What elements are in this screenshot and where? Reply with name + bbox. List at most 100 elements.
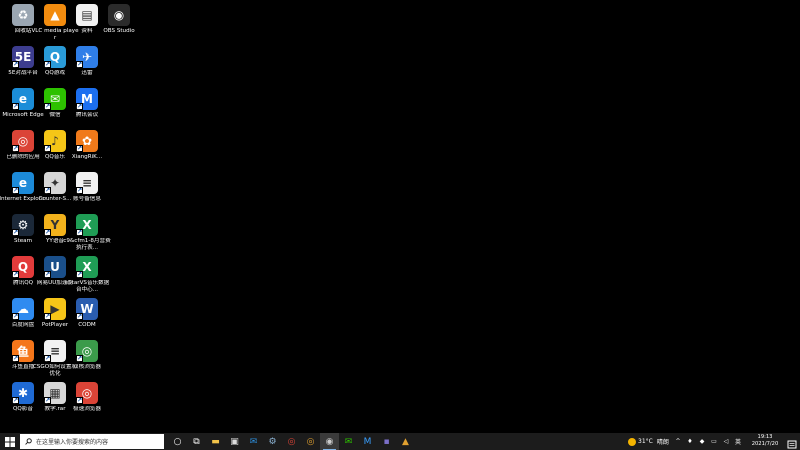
clock-date: 2021/7/20 (751, 441, 779, 447)
shortcut-arrow-icon: ↗ (12, 313, 19, 320)
desktop-icon-label: CODM (78, 322, 96, 328)
counter-strike-icon: ✦ ↗ (44, 172, 66, 194)
shortcut-arrow-icon: ↗ (76, 145, 83, 152)
chrome-icon: ◎ (287, 436, 296, 447)
desktop-icon[interactable]: ◉ OBS Studio (102, 4, 136, 35)
shortcut-arrow-icon: ↗ (12, 397, 19, 404)
desktop-icon[interactable]: ≡ ↗ CSGO如何设置和优化 (33, 340, 77, 378)
taskbar-app-button[interactable]: ✉ (339, 433, 358, 450)
clock-time: 19:13 (757, 434, 773, 440)
excel-file-icon: X ↗ (76, 214, 98, 236)
microphone-icon[interactable]: ♦ (686, 438, 694, 446)
taskbar-app-button[interactable]: ✉ (244, 433, 263, 450)
desktop-icon[interactable]: ✈ ↗ 迅雷 (70, 46, 104, 77)
chevron-up-icon[interactable]: ^ (674, 438, 682, 446)
shortcut-arrow-icon: ↗ (12, 271, 19, 278)
desktop-icon[interactable]: ✿ ↗ XiangRiK... (70, 130, 104, 161)
taskbar-app-button[interactable]: ▲ (396, 433, 415, 450)
app-icon: ▪ (383, 436, 390, 447)
desktop-icon-label: 账号备信息 (73, 196, 101, 202)
shortcut-arrow-icon: ↗ (44, 313, 51, 320)
search-icon (25, 438, 32, 445)
taskbar-app-button[interactable]: ◎ (301, 433, 320, 450)
word-file-icon: W ↗ (76, 298, 98, 320)
notification-button[interactable] (787, 436, 797, 449)
mail-icon: ✉ (249, 436, 258, 447)
text-file-icon: ≡ ↗ (76, 172, 98, 194)
taskbar-app-button[interactable]: ⧉ (187, 433, 206, 450)
clock[interactable]: 19:13 2021/7/20 (750, 434, 780, 448)
shortcut-arrow-icon: ↗ (76, 187, 83, 194)
game-icon: ▲ (402, 436, 409, 447)
recycle-bin-icon: ♻ (12, 4, 34, 26)
shortcut-arrow-icon: ↗ (44, 187, 51, 194)
desktop-icon-label: 迅雷 (81, 70, 93, 76)
shortcut-arrow-icon: ↗ (12, 145, 19, 152)
qq-icon: Q ↗ (12, 256, 34, 278)
store-icon: ▣ (230, 436, 239, 447)
excel-file-icon: X ↗ (76, 256, 98, 278)
potplayer-icon: ▶ ↗ (44, 298, 66, 320)
vlc-icon: ▲ (44, 4, 66, 26)
shortcut-arrow-icon: ↗ (76, 61, 83, 68)
desktop-icon[interactable]: W ↗ CODM (70, 298, 104, 329)
desktop-icon-label: c9&cfm1-8月营费执行表... (63, 238, 111, 251)
taskbar-app-button[interactable]: ◎ (282, 433, 301, 450)
weather-widget[interactable]: 31°C 晴朗 (626, 433, 669, 450)
weather-temp: 31°C (638, 438, 653, 445)
desktop-icon-label: 极速浏览器 (73, 406, 101, 412)
douyu-icon: 鱼 ↗ (12, 340, 34, 362)
xunlei-icon: ✈ ↗ (76, 46, 98, 68)
shortcut-arrow-icon: ↗ (12, 61, 19, 68)
desktop-icon[interactable]: X ↗ eStarVS音乐数据台中心... (65, 256, 109, 294)
input-method-icon[interactable]: 英 (734, 438, 742, 446)
shortcut-arrow-icon: ↗ (44, 355, 51, 362)
taskbar-app-button[interactable]: ▬ (206, 433, 225, 450)
steam-icon: ⚙ (268, 436, 277, 447)
search-box[interactable]: 在这里输入你要搜索的内容 (20, 434, 164, 449)
taskbar-app-button[interactable]: ◉ (320, 433, 339, 450)
taskbar-app-button[interactable]: M (358, 433, 377, 450)
taskbar-app-button[interactable]: ○ (168, 433, 187, 450)
document-icon: ▤ (76, 4, 98, 26)
desktop-icon-label: XiangRiK... (71, 154, 103, 160)
desktop-icon[interactable]: ≡ ↗ 账号备信息 (70, 172, 104, 203)
desktop-icon[interactable]: ◎ ↗ 极速浏览器 (70, 382, 104, 413)
ie-icon: e ↗ (12, 172, 34, 194)
shortcut-arrow-icon: ↗ (44, 229, 51, 236)
shortcut-arrow-icon: ↗ (44, 103, 51, 110)
wechat-icon: ✉ (344, 436, 353, 447)
task-view-icon: ⧉ (193, 436, 200, 447)
shortcut-arrow-icon: ↗ (12, 355, 19, 362)
chrome-icon: ◎ ↗ (12, 130, 34, 152)
desktop-icon[interactable]: ◎ ↗ 双核浏览器 (70, 340, 104, 371)
tencent-meeting-icon: M ↗ (76, 88, 98, 110)
system-tray: ^ ♦ ◆ ▭ ◁ 英 (672, 433, 744, 450)
shortcut-arrow-icon: ↗ (12, 103, 19, 110)
shortcut-arrow-icon: ↗ (12, 187, 19, 194)
browser-icon: ◎ ↗ (76, 340, 98, 362)
taskbar-app-button[interactable]: ⚙ (263, 433, 282, 450)
sun-icon (628, 437, 636, 446)
xiangrikui-icon: ✿ ↗ (76, 130, 98, 152)
tencent-meeting-icon: M (363, 436, 372, 447)
taskbar-app-button[interactable]: ▪ (377, 433, 396, 450)
5e-platform-icon: 5E ↗ (12, 46, 34, 68)
shortcut-arrow-icon: ↗ (12, 229, 19, 236)
desktop-icon[interactable]: X ↗ c9&cfm1-8月营费执行表... (63, 214, 111, 252)
desktop-icon[interactable]: M ↗ 腾讯会议 (70, 88, 104, 119)
desktop-icon-label: 双核浏览器 (73, 364, 101, 370)
shield-icon[interactable]: ◆ (698, 438, 706, 446)
file-explorer-icon: ▬ (211, 436, 220, 447)
qq-music-icon: ♪ ↗ (44, 130, 66, 152)
desktop: ♻ 回收站 ▲ VLC media player ▤ 资料 ◉ OBS Studio 5E ↗ 5E… (0, 0, 800, 433)
yy-voice-icon: Y ↗ (44, 214, 66, 236)
desktop-icon-label: OBS Studio (103, 28, 135, 34)
steam-icon: ⚙ ↗ (12, 214, 34, 236)
speaker-icon[interactable]: ◁ (722, 438, 730, 446)
desktop-icon[interactable]: ▲ VLC media player (31, 4, 79, 42)
network-icon[interactable]: ▭ (710, 438, 718, 446)
obs-icon: ◉ (108, 4, 130, 26)
start-button[interactable] (0, 433, 19, 450)
taskbar-app-button[interactable]: ▣ (225, 433, 244, 450)
